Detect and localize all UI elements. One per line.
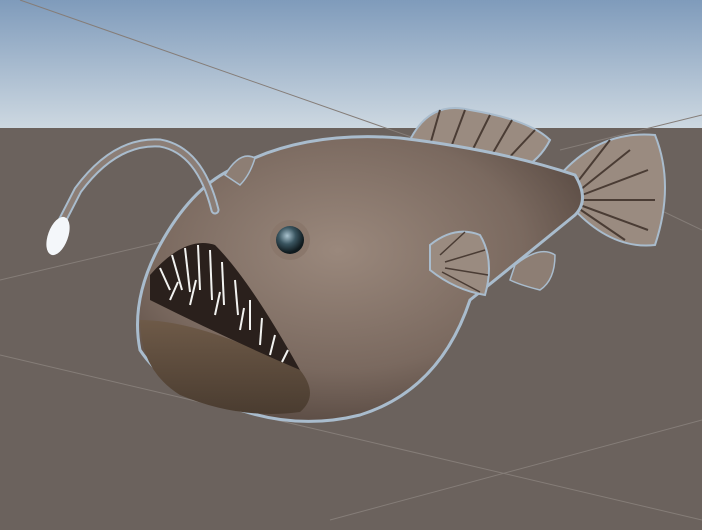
scene-viewport[interactable] [0,0,702,530]
sky [0,0,702,128]
scene-canvas[interactable] [0,0,702,530]
eye-pupil [276,226,304,254]
